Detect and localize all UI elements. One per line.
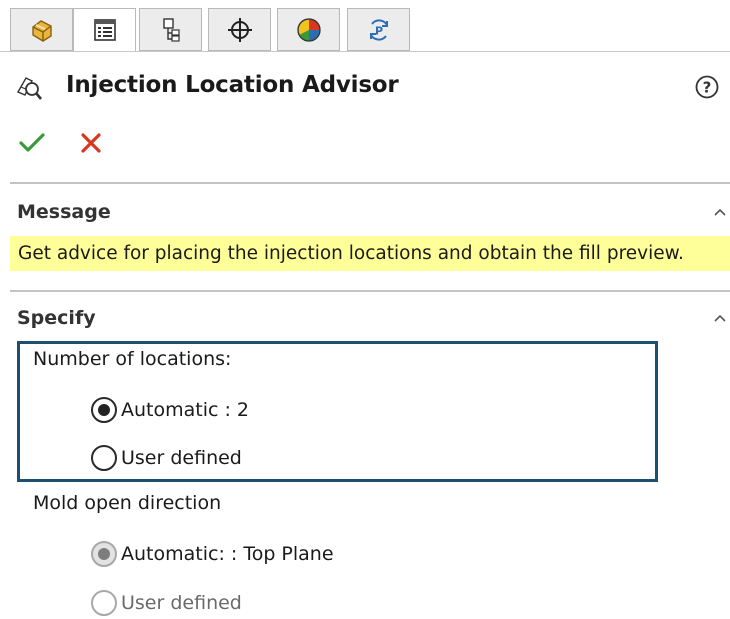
- radio-label: Automatic: : Top Plane: [121, 543, 334, 565]
- property-manager-header: Injection Location Advisor ?: [0, 62, 730, 110]
- number-of-locations-label: Number of locations:: [33, 348, 232, 370]
- cancel-button[interactable]: [76, 128, 106, 158]
- configuration-manager-icon: [162, 17, 180, 42]
- radio-button-checked-disabled[interactable]: [91, 541, 117, 567]
- svg-text:P: P: [374, 24, 382, 37]
- tab-feature-manager[interactable]: [10, 8, 73, 51]
- plastics-manager-icon: P: [369, 18, 388, 41]
- radio-label: User defined: [121, 592, 242, 614]
- feature-manager-icon: [31, 19, 52, 42]
- injection-advisor-icon: [17, 77, 42, 100]
- tab-property-manager[interactable]: [73, 8, 136, 52]
- radio-user-defined-locations[interactable]: User defined: [91, 443, 242, 473]
- svg-text:?: ?: [703, 79, 712, 97]
- tab-configuration-manager[interactable]: [139, 8, 202, 51]
- page-title: Injection Location Advisor: [66, 72, 399, 98]
- checkmark-icon: [19, 133, 45, 152]
- chevron-up-icon[interactable]: [712, 312, 728, 324]
- section-divider: [10, 290, 730, 292]
- radio-automatic-locations[interactable]: Automatic : 2: [91, 395, 249, 425]
- manager-tab-bar: P: [0, 0, 730, 52]
- tab-plastics-manager[interactable]: P: [347, 8, 410, 51]
- tab-display-manager[interactable]: [277, 8, 340, 51]
- dimxpert-manager-icon: [227, 17, 252, 42]
- message-text: Get advice for placing the injection loc…: [10, 236, 730, 271]
- mold-open-direction-label: Mold open direction: [33, 492, 222, 514]
- radio-automatic-direction[interactable]: Automatic: : Top Plane: [91, 539, 334, 569]
- display-manager-icon: [296, 17, 321, 42]
- specify-section-title[interactable]: Specify: [17, 307, 96, 329]
- radio-button-checked[interactable]: [91, 397, 117, 423]
- radio-button-disabled[interactable]: [91, 590, 117, 616]
- message-section-title[interactable]: Message: [17, 201, 111, 223]
- ok-button[interactable]: [17, 128, 47, 158]
- section-divider: [10, 182, 730, 184]
- radio-label: User defined: [121, 447, 242, 469]
- chevron-up-icon[interactable]: [712, 206, 728, 218]
- tab-bar-divider: [0, 51, 730, 52]
- close-icon: [81, 133, 101, 153]
- property-manager-icon: [93, 19, 116, 41]
- tab-dimxpert-manager[interactable]: [208, 8, 271, 51]
- radio-user-defined-direction[interactable]: User defined: [91, 588, 242, 618]
- radio-label: Automatic : 2: [121, 399, 250, 421]
- radio-button[interactable]: [91, 445, 117, 471]
- help-icon[interactable]: ?: [694, 74, 720, 100]
